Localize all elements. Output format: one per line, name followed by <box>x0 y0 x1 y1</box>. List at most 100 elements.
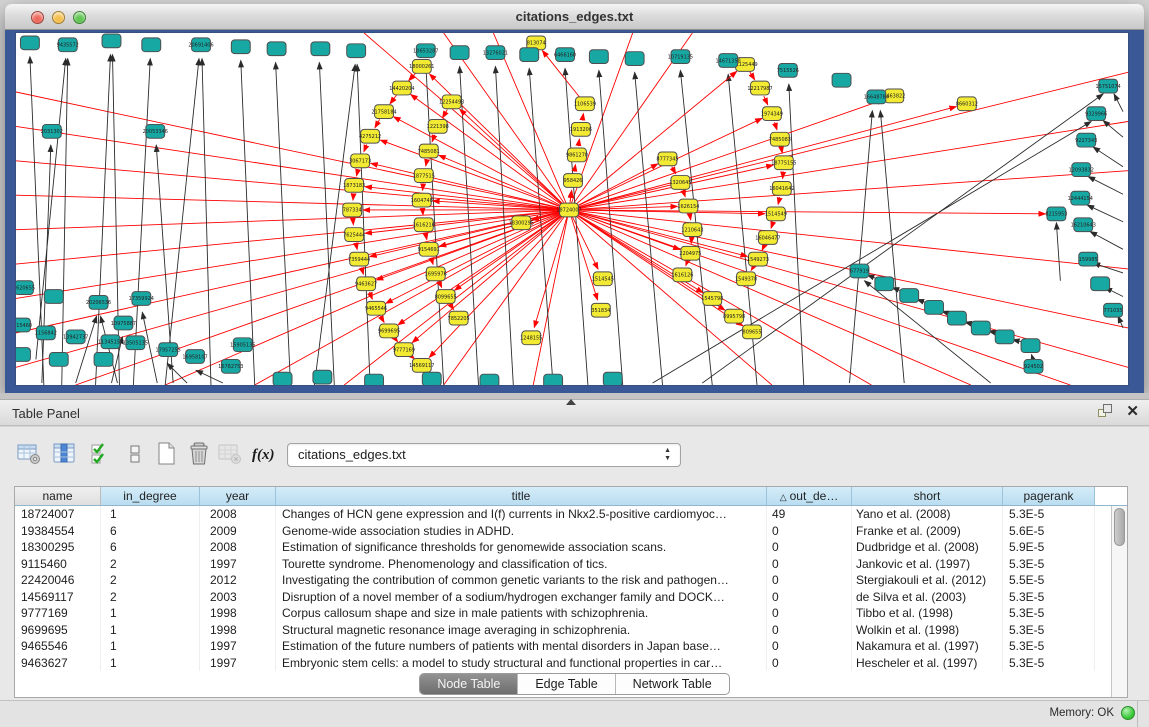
table-cell: Structural magnetic resonance image aver… <box>276 622 767 639</box>
show-columns-icon[interactable] <box>50 439 80 471</box>
table-cell: 1998 <box>200 622 276 639</box>
table-row[interactable]: 1830029562008Estimation of significance … <box>15 539 1111 556</box>
graph-node-label: 809655 <box>743 330 762 336</box>
table-selector-dropdown[interactable]: citations_edges.txt ▲▼ <box>287 443 681 467</box>
graph-node[interactable] <box>995 330 1014 344</box>
sort-asc-icon: △ <box>780 492 787 502</box>
split-collapse-icon[interactable] <box>566 399 576 405</box>
tab-edge-table[interactable]: Edge Table <box>517 674 614 694</box>
graph-node[interactable] <box>49 353 68 367</box>
memory-ok-indicator[interactable] <box>1121 706 1135 720</box>
graph-node[interactable] <box>520 48 539 62</box>
column-header-in_degree[interactable]: in_degree <box>101 487 200 506</box>
column-header-title[interactable]: title <box>276 487 767 506</box>
column-header-name[interactable]: name <box>15 487 101 506</box>
table-row[interactable]: 969969511998Structural magnetic resonanc… <box>15 622 1111 639</box>
graph-node-label: 787334 <box>343 208 362 214</box>
graph-node[interactable] <box>544 374 563 385</box>
graph-node[interactable] <box>94 353 113 367</box>
graph-node[interactable] <box>480 374 499 385</box>
table-settings-icon[interactable] <box>14 439 44 471</box>
graph-node[interactable] <box>900 289 919 303</box>
graph-node[interactable] <box>603 372 622 385</box>
graph-node-label: 16648784 <box>864 95 889 101</box>
table-row[interactable]: 1456911722003Disruption of a novel membe… <box>15 589 1111 606</box>
column-header-filler <box>1095 487 1127 506</box>
column-header-year[interactable]: year <box>200 487 276 506</box>
select-all-icon[interactable] <box>87 439 117 471</box>
window-titlebar[interactable]: citations_edges.txt <box>5 4 1144 30</box>
table-cell: 1997 <box>200 556 276 573</box>
graph-node[interactable] <box>313 370 332 384</box>
graph-node[interactable] <box>273 372 292 385</box>
graph-node[interactable] <box>311 42 330 56</box>
rows-icon[interactable] <box>120 439 150 471</box>
graph-node[interactable] <box>365 374 384 385</box>
graph-node[interactable] <box>450 46 469 60</box>
graph-node-label: 4275212 <box>359 134 381 140</box>
table-cell: Changes of HCN gene expression and I(f) … <box>276 506 767 523</box>
column-header-short[interactable]: short <box>852 487 1003 506</box>
table-row[interactable]: 1872400712008Changes of HCN gene express… <box>15 506 1111 523</box>
delete-entries-icon[interactable] <box>184 439 214 471</box>
table-row[interactable]: 1938455462009Genome-wide association stu… <box>15 523 1111 540</box>
graph-node[interactable] <box>347 44 366 58</box>
delete-table-icon <box>215 439 245 471</box>
graph-node[interactable] <box>142 38 161 52</box>
graph-node-label: 3067173 <box>349 159 371 165</box>
table-row[interactable]: 2242004622012Investigating the contribut… <box>15 572 1111 589</box>
graph-node[interactable] <box>875 277 894 291</box>
graph-node-label: 13942737 <box>63 335 88 341</box>
graph-node[interactable] <box>925 300 944 314</box>
graph-node[interactable] <box>231 40 250 54</box>
graph-node[interactable] <box>16 348 30 362</box>
graph-node[interactable] <box>20 36 39 50</box>
close-panel-icon[interactable]: ✕ <box>1126 404 1139 419</box>
float-panel-icon[interactable] <box>1098 404 1114 419</box>
table-row[interactable]: 911546021997Tourette syndrome. Phenomeno… <box>15 556 1111 573</box>
network-canvas[interactable]: 1872400718000261144202042175818442752123… <box>15 32 1129 386</box>
column-header-out_de[interactable]: △out_de… <box>767 487 852 506</box>
graph-node[interactable] <box>971 321 990 335</box>
table-cell: Investigating the contribution of common… <box>276 572 767 589</box>
graph-node[interactable] <box>947 311 966 325</box>
graph-node[interactable] <box>832 73 851 87</box>
graph-node-label: 2031302 <box>41 129 63 135</box>
graph-node-label: 16046477 <box>755 235 780 241</box>
table-vertical-scrollbar[interactable] <box>1111 506 1127 697</box>
tab-node-table[interactable]: Node Table <box>420 674 517 694</box>
graph-node[interactable] <box>422 372 441 385</box>
graph-node-label: 1320645 <box>669 180 691 186</box>
new-table-icon[interactable] <box>151 439 181 471</box>
graph-node-label: 18775155 <box>771 161 796 167</box>
table-cell: 9465546 <box>15 638 101 655</box>
graph-node[interactable] <box>1091 277 1110 291</box>
table-cell: 1 <box>101 622 200 639</box>
graph-node[interactable] <box>1021 339 1040 353</box>
table-cell: 5.3E-5 <box>1003 556 1095 573</box>
table-cell: Embryonic stem cells: a model to study s… <box>276 655 767 672</box>
graph-node-label: 18724007 <box>556 208 581 214</box>
table-row[interactable]: 946362711997Embryonic stem cells: a mode… <box>15 655 1111 672</box>
graph-node[interactable] <box>44 290 63 304</box>
tab-network-table[interactable]: Network Table <box>615 674 729 694</box>
scrollbar-thumb[interactable] <box>1114 508 1125 546</box>
graph-node-label: 2204975 <box>679 251 701 257</box>
table-row[interactable]: 946554611997Estimation of the future num… <box>15 638 1111 655</box>
zoom-window-button[interactable] <box>73 11 86 24</box>
table-row[interactable]: 977716911998Corpus callosum shape and si… <box>15 605 1111 622</box>
close-window-button[interactable] <box>31 11 44 24</box>
function-builder-icon[interactable]: f(x) <box>249 439 279 471</box>
graph-node-label: 1877515 <box>413 173 435 179</box>
graph-node-label: 11345154 <box>98 340 123 346</box>
graph-node[interactable] <box>267 42 286 56</box>
table-cell: 14569117 <box>15 589 101 606</box>
table-cell: 2003 <box>200 589 276 606</box>
minimize-window-button[interactable] <box>52 11 65 24</box>
graph-node[interactable] <box>625 52 644 66</box>
graph-node-label: 9699695 <box>378 329 400 335</box>
network-window: citations_edges.txt 18724007180002611442… <box>5 4 1144 393</box>
graph-node[interactable] <box>589 50 608 64</box>
graph-node[interactable] <box>102 34 121 48</box>
column-header-pagerank[interactable]: pagerank <box>1003 487 1095 506</box>
